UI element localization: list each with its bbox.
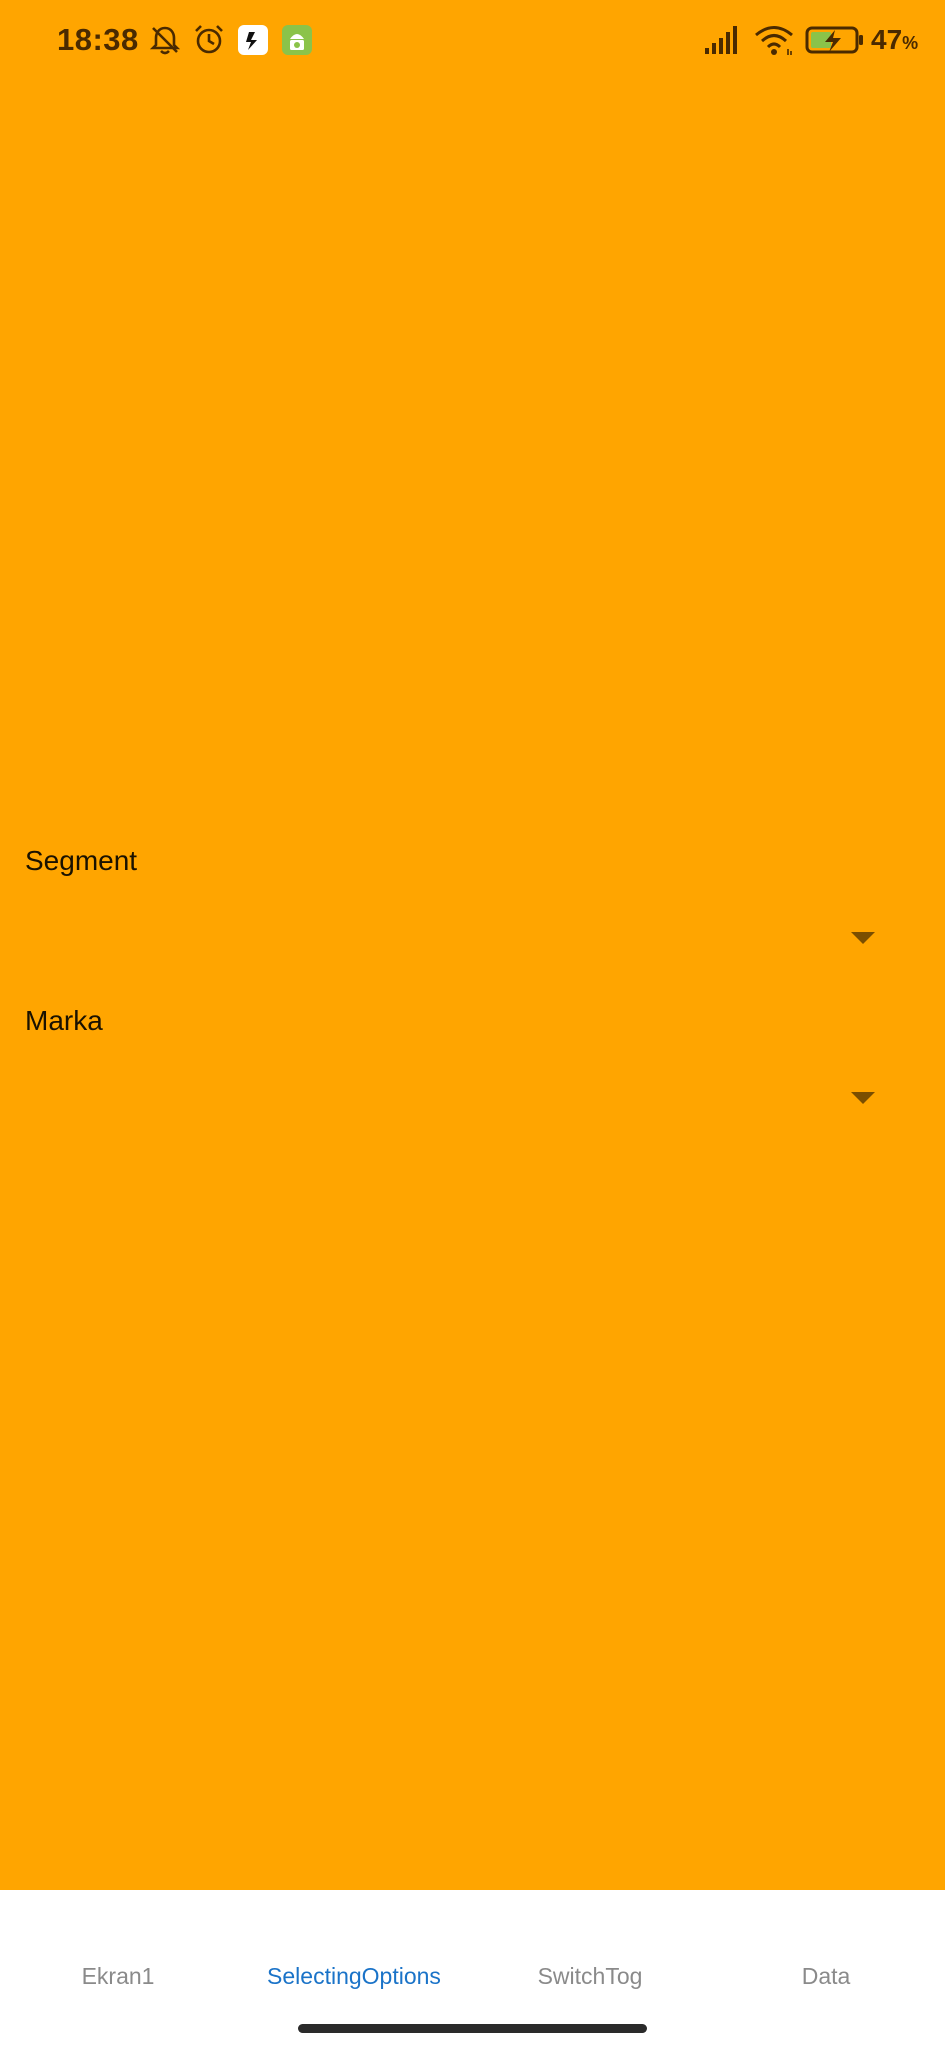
battery-percentage: 47% bbox=[871, 24, 918, 56]
signal-icon bbox=[703, 22, 743, 58]
segment-dropdown[interactable] bbox=[0, 910, 945, 970]
status-bar: 18:38 47% bbox=[0, 0, 945, 82]
battery-unit: % bbox=[902, 33, 919, 53]
bell-off-icon bbox=[147, 22, 183, 58]
android-app-icon bbox=[279, 22, 315, 58]
status-time: 18:38 bbox=[57, 22, 139, 57]
tab-ekran1[interactable]: Ekran1 bbox=[0, 1890, 236, 2000]
battery-charging-icon bbox=[805, 22, 865, 58]
app-screen: 18:38 47% Segment Marka Ekran1 Selecting… bbox=[0, 0, 945, 2048]
app-notification-icon bbox=[235, 22, 271, 58]
dropdown-arrow-icon bbox=[851, 1092, 875, 1104]
marka-dropdown[interactable] bbox=[0, 1070, 945, 1130]
marka-label: Marka bbox=[25, 1005, 103, 1036]
tab-switch-tog[interactable]: SwitchTog bbox=[472, 1890, 708, 2000]
alarm-icon bbox=[191, 22, 227, 58]
home-indicator[interactable] bbox=[298, 2024, 647, 2033]
dropdown-arrow-icon bbox=[851, 932, 875, 944]
tab-selecting-options[interactable]: SelectingOptions bbox=[236, 1890, 472, 2000]
wifi-icon bbox=[753, 22, 795, 58]
segment-label: Segment bbox=[25, 845, 138, 876]
tab-data[interactable]: Data bbox=[708, 1890, 944, 2000]
battery-level: 47 bbox=[871, 24, 903, 55]
